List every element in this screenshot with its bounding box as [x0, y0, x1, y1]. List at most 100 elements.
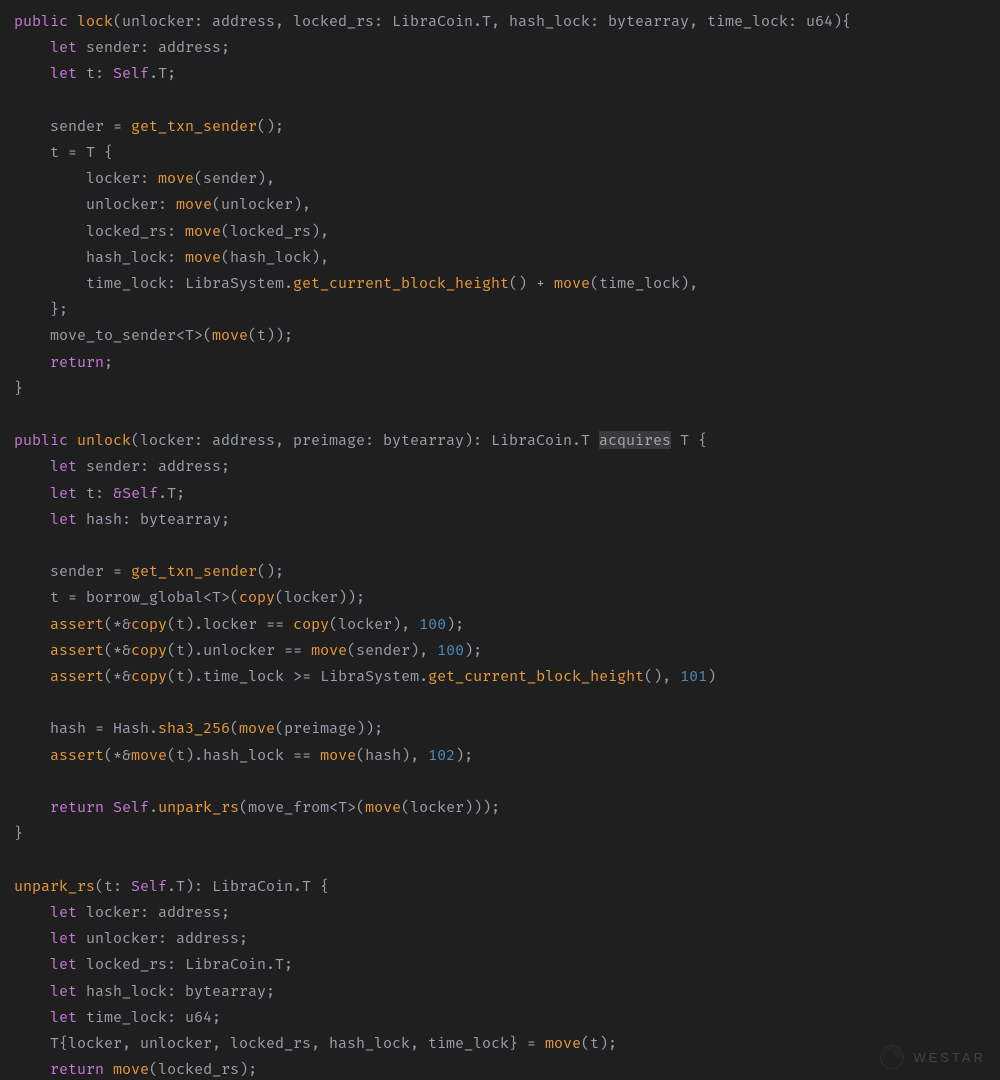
code-token: get_current_block_height — [293, 274, 509, 292]
code-token: locked_rs: — [14, 222, 185, 240]
code-token — [14, 982, 50, 1000]
code-token: ); — [455, 746, 473, 764]
code-token: .T; — [149, 64, 176, 82]
code-token: }; — [14, 300, 68, 318]
code-token: (locker), — [329, 615, 419, 633]
code-token: sender: address; — [77, 38, 230, 56]
code-token — [14, 1060, 50, 1078]
code-token: .T; — [158, 484, 185, 502]
code-token: move — [239, 719, 275, 737]
code-token: 101 — [680, 667, 707, 685]
code-token: move — [176, 195, 212, 213]
code-token: let — [50, 457, 77, 475]
code-token: assert — [50, 615, 104, 633]
code-token: move — [158, 169, 194, 187]
code-token: hash = Hash. — [14, 719, 158, 737]
code-token: () + — [509, 274, 554, 292]
code-token: . — [149, 798, 158, 816]
code-token: move — [113, 1060, 149, 1078]
code-token: 102 — [428, 746, 455, 764]
code-token: public — [14, 12, 77, 30]
code-token: (t).locker == — [167, 615, 293, 633]
code-token: Self — [122, 484, 158, 502]
code-token — [14, 64, 50, 82]
code-token: move — [320, 746, 356, 764]
code-token: assert — [50, 667, 104, 685]
code-token: (time_lock), — [590, 274, 698, 292]
code-token: (preimage)); — [275, 719, 383, 737]
code-token: move — [212, 326, 248, 344]
code-token: (locker)); — [275, 588, 365, 606]
code-token: (locker: address, preimage: bytearray): … — [131, 431, 599, 449]
code-token: (sender), — [194, 169, 275, 187]
code-token: unlocker: address; — [77, 929, 248, 947]
code-token: (locked_rs); — [149, 1060, 257, 1078]
code-token: unlocker: — [14, 195, 176, 213]
code-token — [14, 484, 50, 502]
code-token: hash_lock: — [14, 248, 185, 266]
code-token — [14, 641, 50, 659]
code-token: ); — [446, 615, 464, 633]
code-token: let — [50, 955, 77, 973]
code-token — [14, 38, 50, 56]
code-token — [14, 746, 50, 764]
code-token: (unlocker), — [212, 195, 311, 213]
code-token: (t: — [95, 877, 131, 895]
code-token: locker: address; — [77, 903, 230, 921]
code-token — [14, 615, 50, 633]
code-block: public lock(unlocker: address, locked_rs… — [0, 0, 1000, 1080]
code-token: lock — [77, 12, 113, 30]
code-token: let — [50, 510, 77, 528]
code-token — [14, 353, 50, 371]
watermark: WESTAR — [879, 1044, 986, 1070]
watermark-text: WESTAR — [913, 1050, 986, 1065]
code-token: move — [311, 641, 347, 659]
code-token: sender = — [14, 562, 131, 580]
code-token: let — [50, 903, 77, 921]
code-token: (t); — [581, 1034, 617, 1052]
code-token: (t).unlocker == — [167, 641, 311, 659]
code-token: move — [185, 222, 221, 240]
code-token: assert — [50, 641, 104, 659]
code-token: (*& — [104, 641, 131, 659]
code-token: Self — [131, 877, 167, 895]
code-token: acquires — [599, 431, 671, 449]
code-token: time_lock: u64; — [77, 1008, 221, 1026]
code-token: (hash_lock), — [221, 248, 329, 266]
code-token: unlock — [77, 431, 131, 449]
code-token: (sender), — [347, 641, 437, 659]
code-token: unpark_rs — [14, 877, 95, 895]
code-token: (); — [257, 562, 284, 580]
code-token: unpark_rs — [158, 798, 239, 816]
code-token: sender = — [14, 117, 131, 135]
code-token — [14, 1008, 50, 1026]
code-token: (*& — [104, 667, 131, 685]
code-token: let — [50, 929, 77, 947]
code-token: (locker))); — [401, 798, 500, 816]
code-token: copy — [131, 641, 167, 659]
code-token: Self — [113, 798, 149, 816]
code-token — [14, 667, 50, 685]
code-token: move_to_sender<T>( — [14, 326, 212, 344]
code-token — [14, 955, 50, 973]
code-token: copy — [239, 588, 275, 606]
code-token: time_lock: LibraSystem. — [14, 274, 293, 292]
code-token: get_current_block_height — [428, 667, 644, 685]
code-token: ; — [104, 353, 113, 371]
code-token: move — [365, 798, 401, 816]
code-token — [14, 457, 50, 475]
code-token: let — [50, 38, 77, 56]
code-token: t = borrow_global<T>( — [14, 588, 239, 606]
code-token: move — [554, 274, 590, 292]
code-token: .T): LibraCoin.T { — [167, 877, 329, 895]
code-token: t = T { — [14, 143, 113, 161]
code-token: locked_rs: LibraCoin.T; — [77, 955, 293, 973]
code-token — [14, 903, 50, 921]
code-token: ( — [230, 719, 239, 737]
code-token: locker: — [14, 169, 158, 187]
code-token: let — [50, 982, 77, 1000]
code-token: (t).hash_lock == — [167, 746, 320, 764]
code-token: (), — [644, 667, 680, 685]
code-token: (move_from<T>( — [239, 798, 365, 816]
code-token: t: — [77, 484, 113, 502]
